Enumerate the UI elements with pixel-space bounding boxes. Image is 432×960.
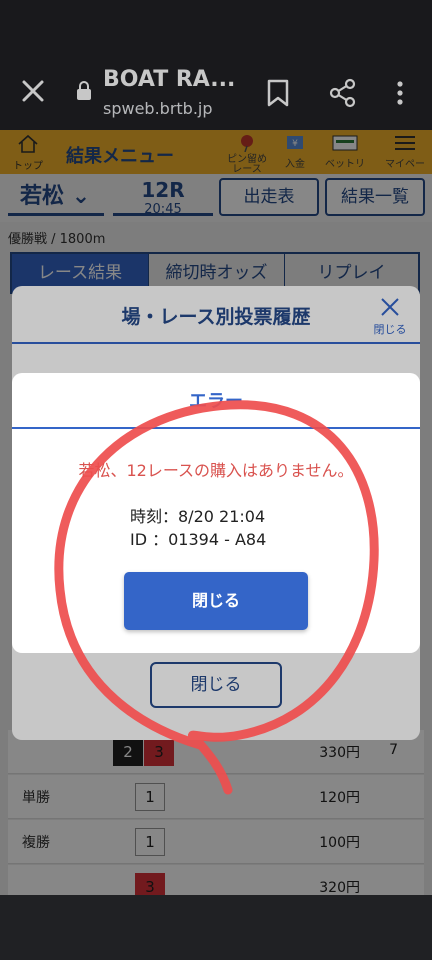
error-close-button[interactable]: 閉じる bbox=[124, 572, 308, 630]
error-title: エラー bbox=[189, 391, 243, 412]
navigation-bar bbox=[0, 895, 432, 960]
error-time: 時刻：8/20 21:04 bbox=[130, 507, 266, 526]
error-message: 若松、12レースの購入はありません。 bbox=[78, 461, 354, 480]
error-id: ID ：01394 - A84 bbox=[130, 530, 267, 549]
error-modal: エラー 若松、12レースの購入はありません。 時刻：8/20 21:04 ID … bbox=[12, 373, 420, 653]
error-details: 時刻：8/20 21:04 ID ：01394 - A84 bbox=[130, 505, 266, 551]
divider bbox=[12, 427, 420, 429]
